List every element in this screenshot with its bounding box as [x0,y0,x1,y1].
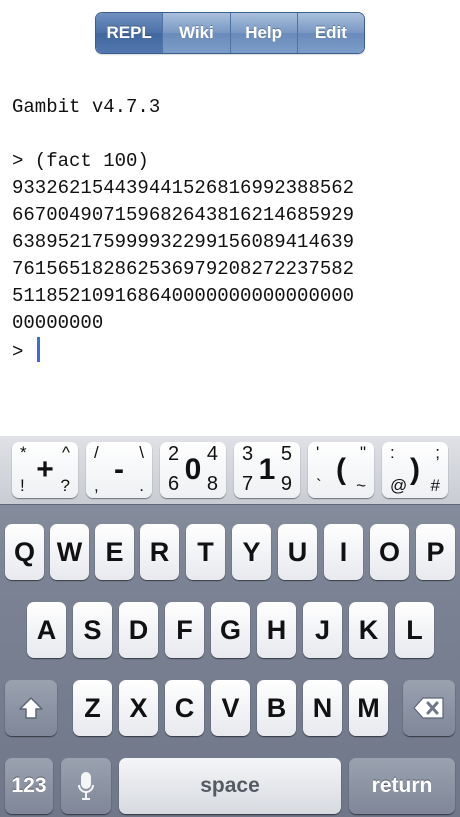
key-g[interactable]: G [211,602,250,658]
output-line: 933262154439441526816992388562 [12,177,355,199]
symbol-row: * ^ ! ? + / \ , . - 2 4 6 8 0 3 5 7 9 1 [0,436,460,505]
backspace-icon [413,697,444,719]
key-n[interactable]: N [303,680,342,736]
key-q[interactable]: Q [5,524,44,580]
symbol-key-odd-digits[interactable]: 3 5 7 9 1 [234,442,300,498]
key-k[interactable]: K [349,602,388,658]
symbol-key-minus[interactable]: / \ , . - [86,442,152,498]
space-key[interactable]: space [119,758,341,814]
tab-edit[interactable]: Edit [296,13,364,53]
output-line: 00000000 [12,312,104,334]
repl-console[interactable]: Gambit v4.7.3 > (fact 100) 9332621544394… [12,94,452,364]
prompt-line[interactable]: > [12,337,452,364]
key-o[interactable]: O [370,524,409,580]
key-w[interactable]: W [50,524,89,580]
dictation-key[interactable] [61,758,111,814]
prompt-symbol: > [12,341,24,363]
key-z[interactable]: Z [73,680,112,736]
shift-arrow-icon [19,697,43,719]
symbol-key-close-paren[interactable]: : ; @ # ) [382,442,448,498]
tab-wiki[interactable]: Wiki [162,13,230,53]
symbol-key-even-digits[interactable]: 2 4 6 8 0 [160,442,226,498]
key-y[interactable]: Y [232,524,271,580]
key-s[interactable]: S [73,602,112,658]
key-e[interactable]: E [95,524,134,580]
output-line: 511852109168640000000000000000 [12,285,355,307]
key-j[interactable]: J [303,602,342,658]
key-v[interactable]: V [211,680,250,736]
key-u[interactable]: U [278,524,317,580]
text-cursor [36,337,40,362]
microphone-icon [78,772,94,800]
key-l[interactable]: L [395,602,434,658]
backspace-key[interactable] [403,680,455,736]
output-line: 667004907159682643816214685929 [12,204,355,226]
tab-help[interactable]: Help [229,13,297,53]
symbol-key-open-paren[interactable]: ' " ` ~ ( [308,442,374,498]
key-f[interactable]: F [165,602,204,658]
key-r[interactable]: R [140,524,179,580]
mode-tabs: REPL Wiki Help Edit [95,12,365,54]
key-p[interactable]: P [416,524,455,580]
key-i[interactable]: I [324,524,363,580]
key-d[interactable]: D [119,602,158,658]
return-key[interactable]: return [349,758,455,814]
key-x[interactable]: X [119,680,158,736]
key-m[interactable]: M [349,680,388,736]
key-b[interactable]: B [257,680,296,736]
version-line: Gambit v4.7.3 [12,96,161,118]
numbers-key[interactable]: 123 [5,758,53,814]
input-line: > (fact 100) [12,150,149,172]
key-a[interactable]: A [27,602,66,658]
key-h[interactable]: H [257,602,296,658]
symbol-key-plus[interactable]: * ^ ! ? + [12,442,78,498]
tab-repl[interactable]: REPL [96,13,163,53]
key-t[interactable]: T [186,524,225,580]
key-c[interactable]: C [165,680,204,736]
shift-key[interactable] [5,680,57,736]
output-line: 638952175999932299156089414639 [12,231,355,253]
keyboard: * ^ ! ? + / \ , . - 2 4 6 8 0 3 5 7 9 1 [0,436,460,817]
output-line: 761565182862536979208272237582 [12,258,355,280]
